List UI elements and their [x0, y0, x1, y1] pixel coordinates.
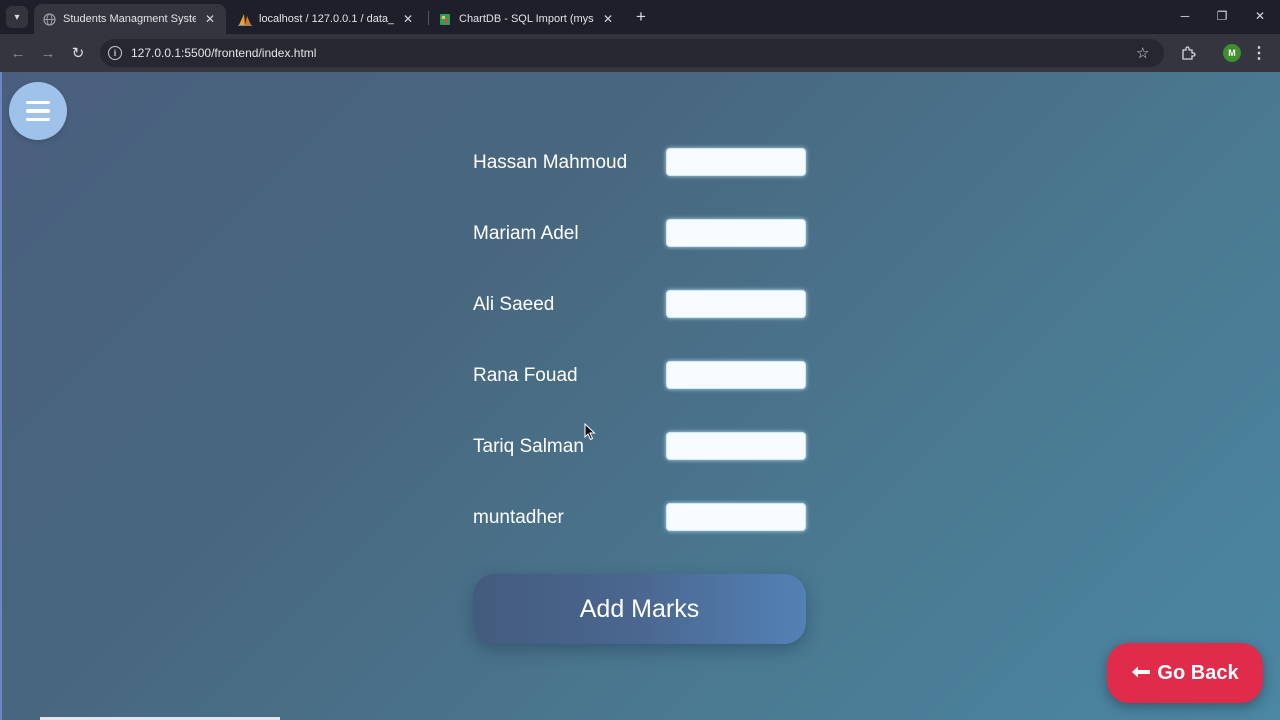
back-arrow-icon[interactable]: ←: [7, 42, 29, 64]
close-tab-icon[interactable]: ✕: [400, 11, 416, 27]
browser-toolbar: ← → ↻ i 127.0.0.1:5500/frontend/index.ht…: [0, 34, 1280, 72]
forward-arrow-icon[interactable]: →: [37, 42, 59, 64]
site-info-icon[interactable]: i: [108, 46, 122, 60]
mark-input[interactable]: [666, 290, 806, 318]
browser-tab-strip: ▾ Students Managment System ✕ localhost …: [0, 0, 1280, 34]
close-tab-icon[interactable]: ✕: [202, 11, 218, 27]
bookmark-star-icon[interactable]: ☆: [1136, 44, 1149, 62]
student-row: Rana Fouad: [473, 361, 813, 391]
reload-icon[interactable]: ↻: [67, 42, 89, 64]
restore-icon[interactable]: ❐: [1209, 4, 1235, 28]
tab-title: Students Managment System: [63, 13, 196, 25]
new-tab-icon[interactable]: +: [630, 6, 652, 28]
student-row: Tariq Salman: [473, 432, 813, 462]
page-viewport: Hassan Mahmoud Mariam Adel Ali Saeed Ran…: [0, 72, 1280, 720]
chartdb-icon: [438, 12, 452, 26]
tab-title: ChartDB - SQL Import (mysql) D: [459, 13, 594, 25]
student-row: muntadher: [473, 503, 813, 533]
browser-menu-icon[interactable]: ⋮: [1251, 43, 1267, 63]
minimize-icon[interactable]: ─: [1172, 4, 1198, 28]
tab-separator: [428, 11, 429, 25]
page-left-border: [0, 72, 2, 720]
mark-input[interactable]: [666, 432, 806, 460]
tab-students-managment[interactable]: Students Managment System ✕: [34, 4, 226, 34]
student-name: Mariam Adel: [473, 223, 579, 244]
student-row: Mariam Adel: [473, 219, 813, 249]
profile-avatar[interactable]: M: [1223, 44, 1241, 62]
tab-search-button[interactable]: ▾: [6, 6, 28, 28]
tab-phpmyadmin[interactable]: localhost / 127.0.0.1 / data_base ✕: [230, 4, 424, 34]
mark-input[interactable]: [666, 148, 806, 176]
close-window-icon[interactable]: ✕: [1247, 4, 1273, 28]
tab-chartdb[interactable]: ChartDB - SQL Import (mysql) D ✕: [430, 4, 624, 34]
student-row: Hassan Mahmoud: [473, 148, 813, 178]
student-name: Tariq Salman: [473, 436, 584, 457]
globe-icon: [42, 12, 56, 26]
mark-input[interactable]: [666, 219, 806, 247]
student-name: muntadher: [473, 507, 564, 528]
student-row: Ali Saeed: [473, 290, 813, 320]
phpmyadmin-sail-icon: [238, 12, 252, 26]
student-name: Rana Fouad: [473, 365, 578, 386]
hamburger-menu-icon[interactable]: [9, 82, 67, 140]
mark-input[interactable]: [666, 361, 806, 389]
student-name: Ali Saeed: [473, 294, 555, 315]
close-tab-icon[interactable]: ✕: [600, 11, 616, 27]
address-bar[interactable]: i 127.0.0.1:5500/frontend/index.html ☆: [100, 39, 1164, 67]
add-marks-button[interactable]: Add Marks: [473, 574, 806, 644]
mouse-pointer-icon: [584, 423, 596, 441]
tab-title: localhost / 127.0.0.1 / data_base: [259, 13, 394, 25]
arrow-left-icon: [1131, 662, 1151, 685]
student-name: Hassan Mahmoud: [473, 152, 628, 173]
mark-input[interactable]: [666, 503, 806, 531]
address-url[interactable]: 127.0.0.1:5500/frontend/index.html: [131, 46, 316, 60]
extensions-puzzle-icon[interactable]: [1177, 42, 1199, 64]
go-back-button[interactable]: Go Back: [1107, 643, 1263, 703]
go-back-label: Go Back: [1157, 661, 1239, 684]
